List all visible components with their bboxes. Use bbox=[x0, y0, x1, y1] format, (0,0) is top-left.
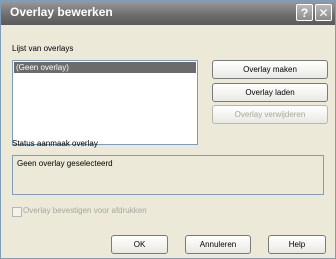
overlay-edit-dialog: Overlay bewerken ? ✕ Lijst van overlays … bbox=[0, 0, 336, 259]
close-icon[interactable]: ✕ bbox=[315, 4, 332, 21]
confirm-print-checkbox[interactable] bbox=[12, 207, 22, 217]
title-bar[interactable]: Overlay bewerken ? ✕ bbox=[1, 1, 335, 25]
status-label: Status aanmaak overlay bbox=[12, 139, 98, 148]
overlay-list-label: Lijst van overlays bbox=[12, 44, 74, 53]
status-text: Geen overlay geselecteerd bbox=[17, 159, 113, 168]
status-box: Geen overlay geselecteerd bbox=[12, 155, 324, 195]
list-item-no-overlay[interactable]: (Geen overlay) bbox=[14, 62, 196, 73]
window-title: Overlay bewerken bbox=[10, 5, 113, 19]
ok-button[interactable]: OK bbox=[111, 235, 168, 254]
help-icon[interactable]: ? bbox=[296, 4, 313, 21]
help-button[interactable]: Help bbox=[268, 235, 326, 254]
load-overlay-button[interactable]: Overlay laden bbox=[212, 83, 328, 102]
cancel-button[interactable]: Annuleren bbox=[185, 235, 251, 254]
overlay-listbox[interactable]: (Geen overlay) bbox=[12, 60, 198, 145]
delete-overlay-button[interactable]: Overlay verwijderen bbox=[212, 105, 328, 124]
create-overlay-button[interactable]: Overlay maken bbox=[212, 60, 328, 79]
confirm-print-label: Overlay bevestigen voor afdrukken bbox=[23, 206, 147, 215]
